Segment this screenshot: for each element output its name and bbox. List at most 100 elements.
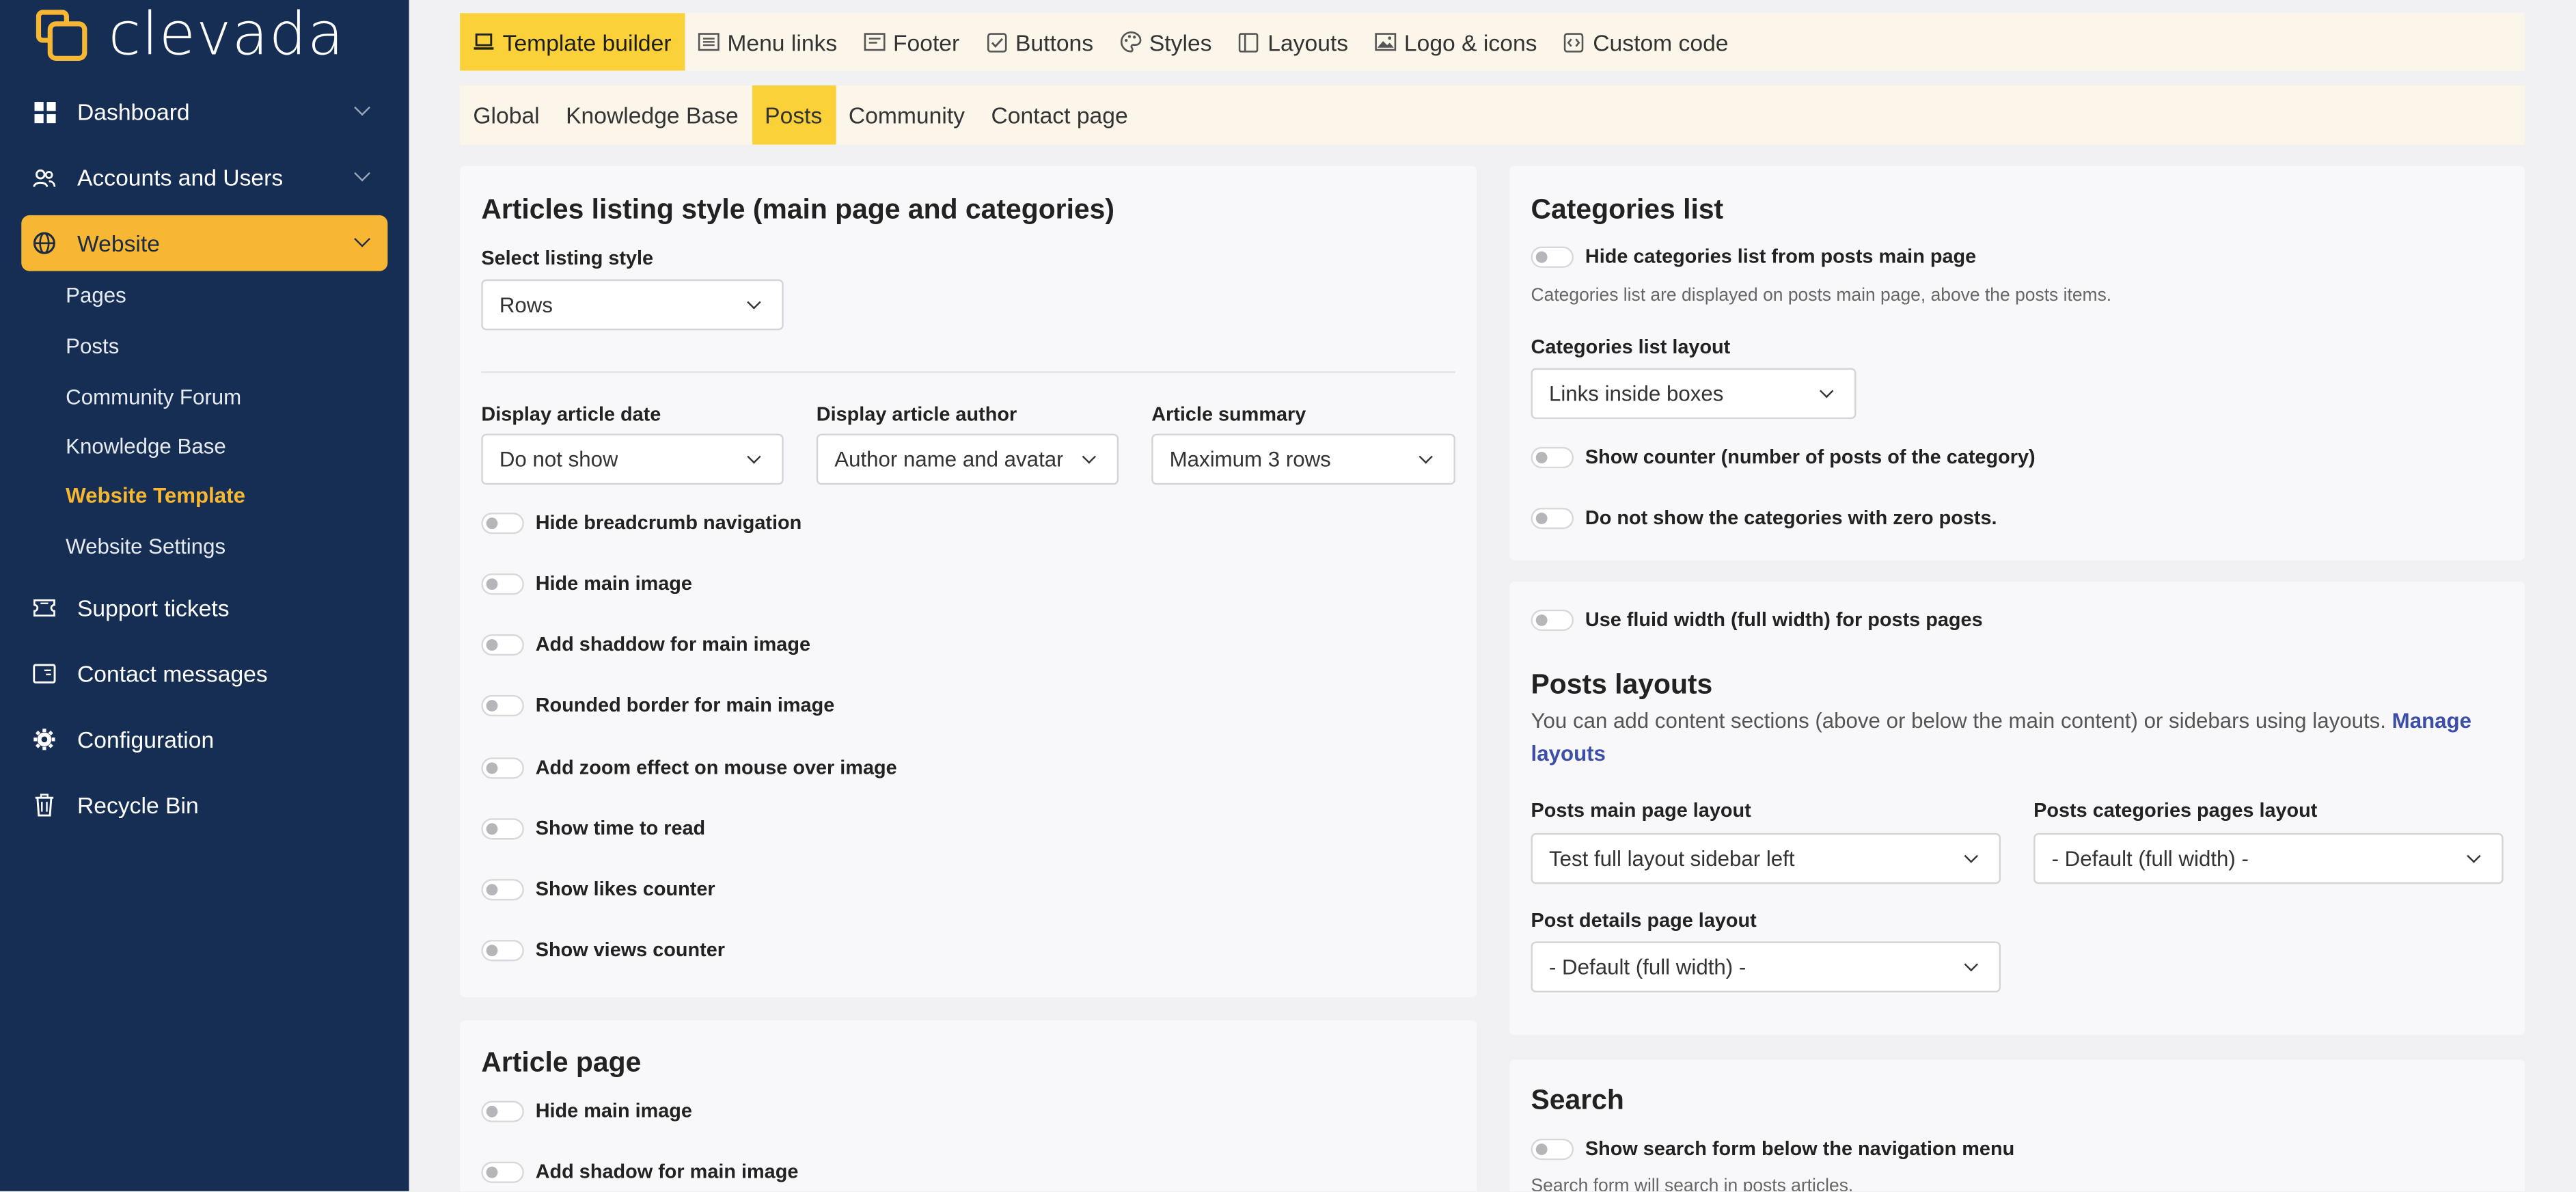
toggle-label: Hide categories list from posts main pag…	[1585, 245, 1977, 268]
logo-icon	[33, 7, 92, 66]
toggle-likes-counter[interactable]: Show likes counter	[481, 877, 715, 901]
toggle-switch[interactable]	[481, 694, 524, 716]
toggle-time-to-read[interactable]: Show time to read	[481, 817, 705, 839]
description-text: You can add content sections (above or b…	[1531, 708, 2386, 733]
toggle-switch[interactable]	[481, 1100, 524, 1122]
subtab-contact-page[interactable]: Contact page	[978, 85, 1141, 145]
toggle-label: Hide breadcrumb navigation	[535, 511, 802, 534]
main-layout-select[interactable]: Test full layout sidebar left	[1531, 832, 2001, 884]
toggle-switch[interactable]	[481, 633, 524, 655]
toggle-show-counter[interactable]: Show counter (number of posts of the cat…	[1531, 445, 2036, 468]
globe-icon	[33, 232, 56, 255]
toggle-rounded-border[interactable]: Rounded border for main image	[481, 693, 834, 716]
toggle-views-counter[interactable]: Show views counter	[481, 938, 725, 961]
sidebar-item-dashboard[interactable]: Dashboard	[21, 84, 387, 140]
toggle-label: Show likes counter	[535, 877, 715, 901]
toggle-switch[interactable]	[1531, 1137, 1574, 1160]
toggle-hide-main-image[interactable]: Hide main image	[481, 572, 692, 595]
app-window: clevada Dashboard Accounts and Users Web…	[0, 0, 2575, 1191]
toggle-switch[interactable]	[481, 1161, 524, 1182]
sidebar-subitem-knowledge-base[interactable]: Knowledge Base	[66, 434, 226, 459]
sidebar-item-recycle-bin[interactable]: Recycle Bin	[21, 777, 387, 833]
categories-layout-select[interactable]: Links inside boxes	[1531, 368, 1856, 420]
ticket-icon	[33, 597, 56, 620]
tab-template-builder[interactable]: Template builder	[460, 13, 685, 71]
toggle-hide-zero[interactable]: Do not show the categories with zero pos…	[1531, 506, 1997, 529]
tab-menu-links[interactable]: Menu links	[685, 13, 851, 70]
tab-logo-icons[interactable]: Logo & icons	[1361, 13, 1550, 70]
toggle-switch[interactable]	[1531, 446, 1574, 468]
toggle-show-search-form[interactable]: Show search form below the navigation me…	[1531, 1137, 2014, 1160]
sidebar-item-support-tickets[interactable]: Support tickets	[21, 580, 387, 636]
listing-style-label: Select listing style	[481, 246, 654, 270]
sidebar-subitem-community-forum[interactable]: Community Forum	[66, 385, 241, 409]
toggle-switch[interactable]	[481, 938, 524, 961]
select-value: - Default (full width) -	[2051, 846, 2249, 871]
toggle-switch[interactable]	[1531, 506, 1574, 528]
sidebar: clevada Dashboard Accounts and Users Web…	[0, 0, 409, 1191]
divider	[481, 371, 1455, 373]
tab-label: Buttons	[1015, 29, 1094, 55]
tab-styles[interactable]: Styles	[1106, 13, 1224, 70]
toggle-label: Do not show the categories with zero pos…	[1585, 506, 1997, 530]
toggle-switch[interactable]	[481, 817, 524, 839]
listing-style-title: Articles listing style (main page and ca…	[481, 193, 1115, 226]
check-square-icon	[986, 31, 1007, 52]
author-select[interactable]: Author name and avatar	[816, 433, 1119, 485]
select-value: Author name and avatar	[834, 446, 1064, 472]
toggle-hide-categories[interactable]: Hide categories list from posts main pag…	[1531, 245, 1977, 268]
categories-layout-pages-select[interactable]: - Default (full width) -	[2033, 832, 2504, 884]
toggle-hide-breadcrumb[interactable]: Hide breadcrumb navigation	[481, 511, 801, 534]
trash-icon	[33, 794, 56, 817]
listing-style-select[interactable]: Rows	[481, 279, 784, 331]
sidebar-item-contact-messages[interactable]: Contact messages	[21, 646, 387, 702]
layout-icon	[1238, 31, 1259, 52]
subtab-posts[interactable]: Posts	[751, 85, 836, 145]
sidebar-subitem-posts[interactable]: Posts	[66, 334, 119, 358]
sidebar-item-accounts[interactable]: Accounts and Users	[21, 150, 387, 206]
chevron-down-icon	[354, 99, 370, 116]
date-label: Display article date	[481, 402, 661, 426]
sidebar-subitem-website-settings[interactable]: Website Settings	[66, 534, 225, 558]
toggle-switch[interactable]	[1531, 608, 1574, 630]
summary-label: Article summary	[1151, 402, 1306, 426]
toggle-switch[interactable]	[481, 511, 524, 534]
section-tabs: Global Knowledge Base Posts Community Co…	[460, 85, 2525, 145]
subtab-knowledge-base[interactable]: Knowledge Base	[553, 85, 752, 145]
details-layout-select[interactable]: - Default (full width) -	[1531, 941, 2001, 993]
toggle-fluid-width[interactable]: Use fluid width (full width) for posts p…	[1531, 608, 1983, 631]
summary-select[interactable]: Maximum 3 rows	[1151, 433, 1455, 485]
posts-layouts-title: Posts layouts	[1531, 668, 1713, 701]
sidebar-item-label: Configuration	[77, 726, 215, 753]
toggle-switch[interactable]	[481, 878, 524, 900]
tab-label: Logo & icons	[1403, 29, 1537, 55]
toggle-switch[interactable]	[1531, 245, 1574, 267]
posts-layouts-description: You can add content sections (above or b…	[1531, 705, 2508, 770]
select-value: Maximum 3 rows	[1169, 446, 1331, 472]
palette-icon	[1120, 31, 1141, 53]
toggle-switch[interactable]	[481, 572, 524, 595]
toggle-zoom-effect[interactable]: Add zoom effect on mouse over image	[481, 756, 897, 778]
toggle-article-hide-main-image[interactable]: Hide main image	[481, 1099, 692, 1122]
sidebar-item-configuration[interactable]: Configuration	[21, 712, 387, 768]
tab-footer[interactable]: Footer	[850, 13, 972, 70]
sidebar-item-label: Website	[77, 230, 160, 257]
logo[interactable]: clevada	[33, 3, 344, 69]
grid-icon	[33, 100, 56, 124]
chevron-down-icon	[1964, 849, 1978, 863]
toggle-switch[interactable]	[481, 757, 524, 778]
tab-layouts[interactable]: Layouts	[1225, 13, 1362, 70]
date-select[interactable]: Do not show	[481, 433, 784, 485]
subtab-global[interactable]: Global	[460, 85, 553, 145]
tab-custom-code[interactable]: Custom code	[1550, 13, 1742, 70]
toggle-shadow-main-image[interactable]: Add shaddow for main image	[481, 633, 810, 655]
sidebar-item-website[interactable]: Website	[21, 215, 388, 271]
subtab-community[interactable]: Community	[836, 85, 978, 145]
tab-buttons[interactable]: Buttons	[972, 13, 1106, 70]
sidebar-subitem-pages[interactable]: Pages	[66, 282, 126, 307]
details-layout-label: Post details page layout	[1531, 908, 1757, 932]
sidebar-subitem-website-template[interactable]: Website Template	[66, 483, 245, 508]
chevron-down-icon	[1820, 383, 1834, 398]
toggle-article-shadow-main-image[interactable]: Add shadow for main image	[481, 1160, 798, 1183]
toggle-label: Show counter (number of posts of the cat…	[1585, 445, 2036, 469]
